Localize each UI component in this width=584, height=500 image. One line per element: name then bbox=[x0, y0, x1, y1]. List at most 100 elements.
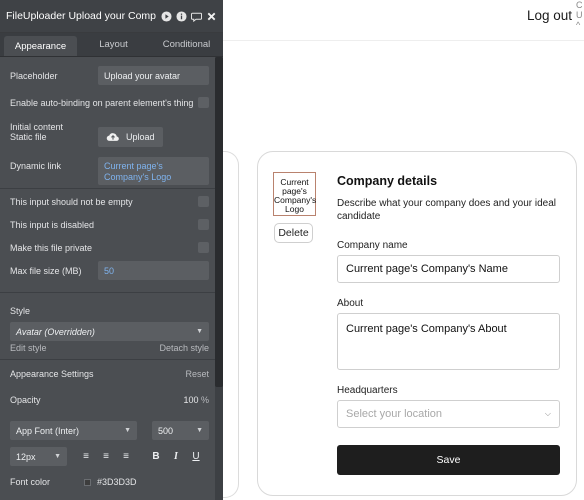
stage: Log out C U ^ Current page's Company's L… bbox=[0, 0, 584, 500]
company-logo-uploader[interactable]: Current page's Company's Logo bbox=[273, 172, 316, 216]
headquarters-placeholder: Select your location bbox=[346, 408, 442, 420]
opacity-row: Opacity 100 % bbox=[10, 395, 209, 405]
placeholder-input[interactable]: Upload your avatar bbox=[98, 66, 209, 85]
style-row: Style bbox=[10, 306, 209, 316]
chevron-down-icon: ▼ bbox=[196, 328, 203, 335]
font-color-swatch[interactable] bbox=[84, 478, 91, 486]
underline-button[interactable]: U bbox=[189, 451, 203, 462]
cloud-upload-icon bbox=[106, 131, 120, 144]
save-button[interactable]: Save bbox=[337, 445, 560, 475]
upload-label: Upload bbox=[126, 132, 155, 142]
company-name-value: Current page's Company's Name bbox=[346, 263, 508, 275]
align-center-icon[interactable]: ≡ bbox=[99, 451, 113, 462]
not-empty-label: This input should not be empty bbox=[10, 196, 133, 207]
appearance-settings-row: Appearance Settings Reset bbox=[10, 369, 209, 379]
font-color-label: Font color bbox=[10, 477, 51, 487]
delete-logo-button[interactable]: Delete bbox=[274, 223, 313, 243]
placeholder-value: Upload your avatar bbox=[104, 70, 181, 81]
disabled-label: This input is disabled bbox=[10, 219, 95, 230]
opacity-input[interactable]: 100 % bbox=[183, 395, 209, 405]
reset-link[interactable]: Reset bbox=[185, 369, 209, 379]
edit-style-link[interactable]: Edit style bbox=[10, 343, 47, 353]
auto-binding-row: Enable auto-binding on parent element's … bbox=[10, 97, 209, 108]
auto-binding-checkbox[interactable] bbox=[198, 97, 209, 108]
max-size-value: 50 bbox=[104, 265, 115, 276]
dynamic-link-value: Current page's Company's Logo bbox=[104, 161, 172, 182]
scrollbar-thumb[interactable] bbox=[215, 57, 223, 387]
tab-layout[interactable]: Layout bbox=[77, 33, 150, 56]
font-family-value: App Font (Inter) bbox=[16, 425, 80, 436]
headquarters-select[interactable]: Select your location ⌵ bbox=[337, 400, 560, 428]
section-description: Describe what your company does and your… bbox=[337, 198, 557, 222]
clipped-edge-text: C U ^ bbox=[576, 0, 583, 30]
edge-char-2: U bbox=[576, 10, 583, 20]
font-weight-select[interactable]: 500 ▼ bbox=[152, 421, 209, 440]
private-row: Make this file private bbox=[10, 242, 209, 253]
headquarters-label: Headquarters bbox=[337, 385, 398, 396]
logout-link[interactable]: Log out bbox=[527, 8, 572, 23]
chevron-down-icon: ▼ bbox=[54, 453, 61, 460]
font-family-select[interactable]: App Font (Inter) ▼ bbox=[10, 421, 137, 440]
align-left-icon[interactable]: ≡ bbox=[79, 451, 93, 462]
detach-style-link[interactable]: Detach style bbox=[159, 343, 209, 353]
divider bbox=[0, 188, 215, 189]
style-actions-row: Edit style Detach style bbox=[10, 343, 209, 353]
bold-button[interactable]: B bbox=[149, 451, 163, 462]
panel-title: FileUploader Upload your Comp bbox=[6, 10, 156, 22]
private-label: Make this file private bbox=[10, 242, 93, 253]
auto-binding-label: Enable auto-binding on parent element's … bbox=[10, 97, 194, 108]
font-size-select[interactable]: 12px ▼ bbox=[10, 447, 67, 466]
company-name-input[interactable]: Current page's Company's Name bbox=[337, 255, 560, 283]
font-color-value[interactable]: #3D3D3D bbox=[97, 477, 137, 487]
italic-button[interactable]: I bbox=[169, 451, 183, 462]
edge-char-1: C bbox=[576, 0, 583, 10]
header-icons bbox=[161, 10, 217, 22]
panel-tabs: Appearance Layout Conditional bbox=[0, 33, 223, 57]
play-icon[interactable] bbox=[161, 10, 172, 22]
static-file-label: Static file bbox=[10, 132, 47, 142]
about-label: About bbox=[337, 298, 364, 309]
font-size-value: 12px bbox=[16, 451, 36, 462]
disabled-checkbox[interactable] bbox=[198, 219, 209, 230]
company-name-label: Company name bbox=[337, 240, 408, 251]
placeholder-row: Placeholder Upload your avatar bbox=[10, 66, 209, 85]
close-icon[interactable] bbox=[206, 11, 217, 22]
style-value: Avatar (Overridden) bbox=[16, 326, 95, 337]
text-format-row: 12px ▼ ≡ ≡ ≡ B I U bbox=[10, 447, 209, 466]
private-checkbox[interactable] bbox=[198, 242, 209, 253]
style-select[interactable]: Avatar (Overridden) ▼ bbox=[10, 322, 209, 341]
appearance-settings-label: Appearance Settings bbox=[10, 369, 94, 379]
chevron-down-icon: ▼ bbox=[124, 427, 131, 434]
about-textarea[interactable]: Current page's Company's About bbox=[337, 313, 560, 370]
header-divider bbox=[223, 40, 584, 41]
font-weight-value: 500 bbox=[158, 425, 174, 436]
divider bbox=[0, 359, 215, 360]
style-select-row: Avatar (Overridden) ▼ bbox=[10, 322, 209, 341]
dynamic-link-input[interactable]: Current page's Company's Logo bbox=[98, 157, 209, 185]
chevron-down-icon: ⌵ bbox=[544, 409, 551, 418]
disabled-row: This input is disabled bbox=[10, 219, 209, 230]
property-editor-panel: FileUploader Upload your Comp Appearance… bbox=[0, 0, 223, 500]
tab-conditional[interactable]: Conditional bbox=[150, 33, 223, 56]
dynamic-link-label: Dynamic link bbox=[10, 161, 62, 171]
font-color-row: Font color #3D3D3D bbox=[10, 477, 209, 487]
dynamic-link-row: Dynamic link Current page's Company's Lo… bbox=[10, 157, 209, 185]
opacity-unit: % bbox=[200, 395, 209, 405]
style-label: Style bbox=[10, 306, 31, 316]
font-row: App Font (Inter) ▼ 500 ▼ bbox=[10, 421, 209, 440]
divider bbox=[0, 292, 215, 293]
initial-content-label: Initial content bbox=[10, 122, 64, 132]
align-right-icon[interactable]: ≡ bbox=[119, 451, 133, 462]
opacity-label: Opacity bbox=[10, 395, 41, 405]
tab-appearance[interactable]: Appearance bbox=[4, 36, 77, 56]
info-icon[interactable] bbox=[176, 10, 187, 22]
upload-button[interactable]: Upload bbox=[98, 127, 163, 147]
opacity-value: 100 bbox=[183, 395, 199, 405]
max-size-label: Max file size (MB) bbox=[10, 265, 82, 276]
not-empty-checkbox[interactable] bbox=[198, 196, 209, 207]
comment-icon[interactable] bbox=[191, 11, 202, 22]
chevron-down-icon: ▼ bbox=[196, 427, 203, 434]
placeholder-label: Placeholder bbox=[10, 70, 58, 81]
max-size-input[interactable]: 50 bbox=[98, 261, 209, 280]
max-size-row: Max file size (MB) 50 bbox=[10, 261, 209, 280]
